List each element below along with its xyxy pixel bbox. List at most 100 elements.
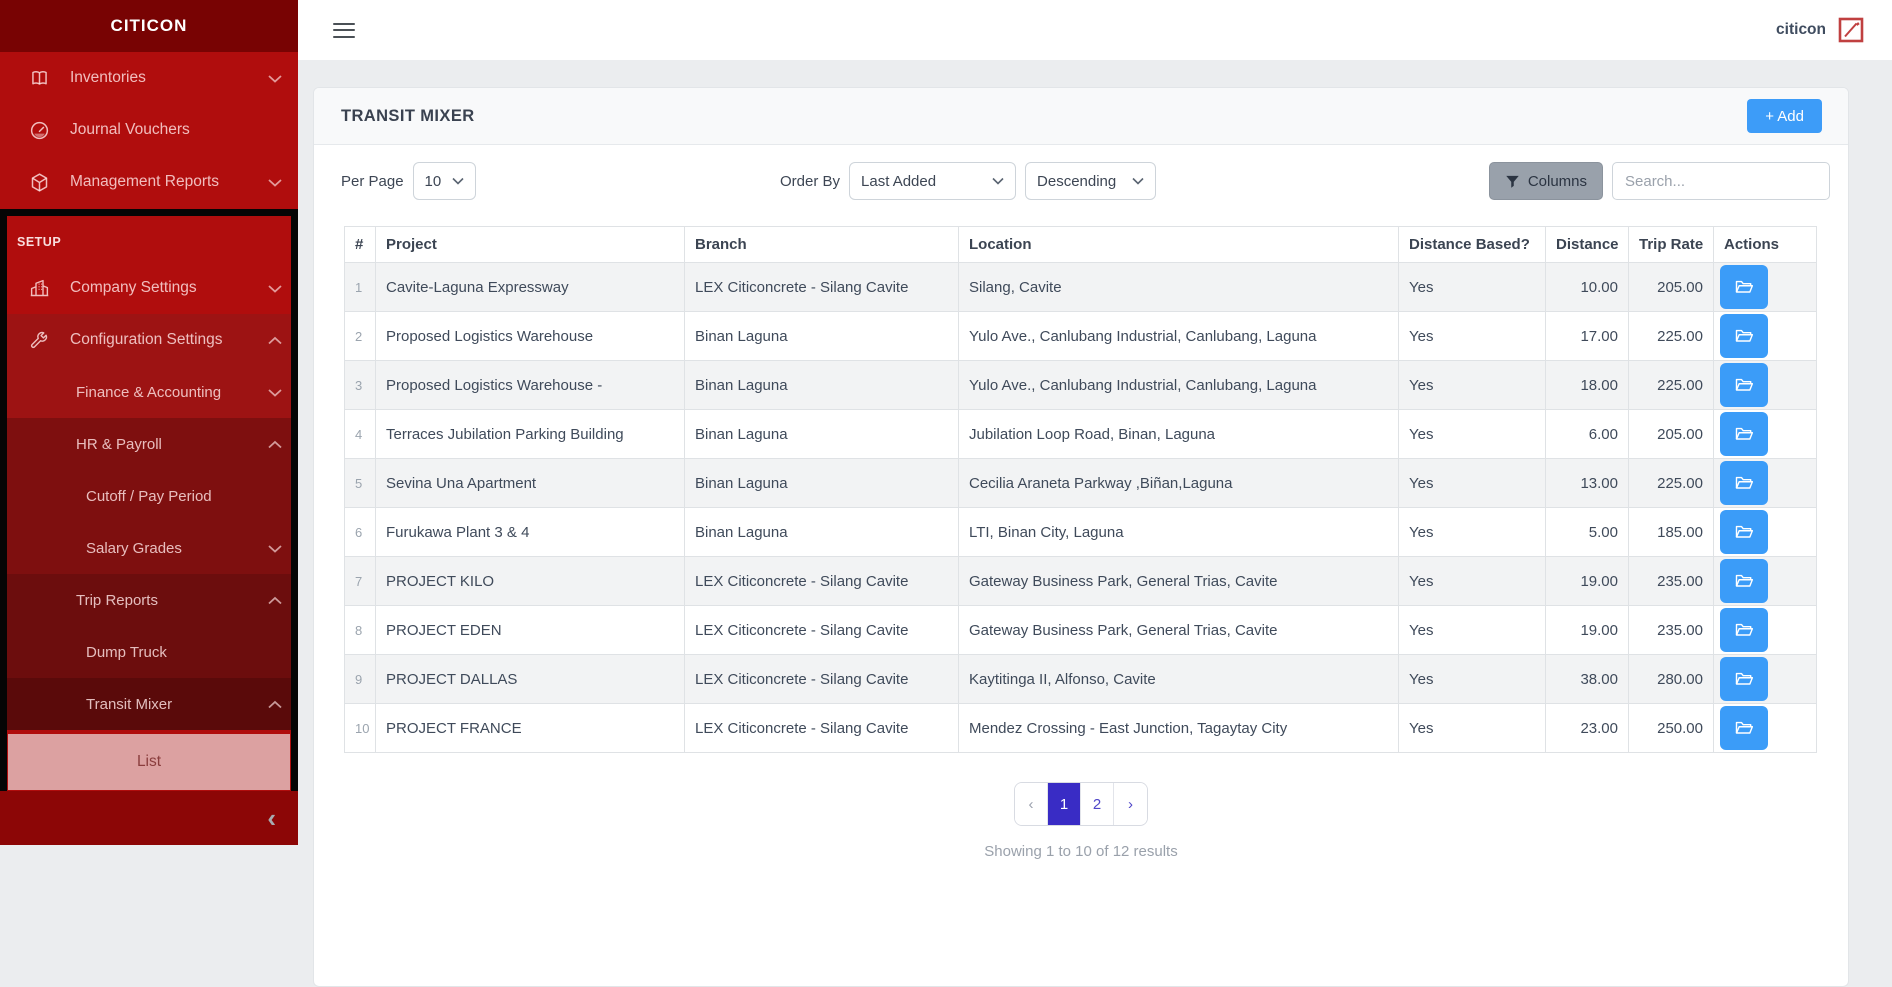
pagination-page-2[interactable]: 2 (1081, 783, 1114, 825)
sidebar-item-inventories[interactable]: Inventories (0, 52, 298, 104)
sidebar-item-hr-payroll[interactable]: HR & Payroll (0, 418, 298, 470)
collapse-sidebar-icon[interactable]: ‹ (267, 805, 276, 831)
pagination-prev-icon[interactable]: ‹ (1015, 783, 1048, 825)
col-header-location[interactable]: Location (958, 226, 1399, 263)
book-icon (28, 67, 50, 89)
table-row: 4 Terraces Jubilation Parking Building B… (344, 409, 1817, 459)
cell-branch: Binan Laguna (684, 409, 959, 459)
chevron-down-icon (268, 178, 282, 187)
table-row: 10 PROJECT FRANCE LEX Citiconcrete - Sil… (344, 703, 1817, 753)
cell-distance: 19.00 (1545, 556, 1629, 606)
col-header-distance-based[interactable]: Distance Based? (1398, 226, 1546, 263)
cell-project: Furukawa Plant 3 & 4 (375, 507, 685, 557)
cell-project: PROJECT FRANCE (375, 703, 685, 753)
sidebar-item-journal-vouchers[interactable]: Journal Vouchers (0, 104, 298, 156)
sort-direction-select[interactable]: Descending (1025, 162, 1157, 200)
col-header-project[interactable]: Project (375, 226, 685, 263)
cell-location: Yulo Ave., Canlubang Industrial, Canluba… (958, 360, 1399, 410)
pagination-page-1[interactable]: 1 (1048, 783, 1081, 825)
setup-section-label: SETUP (17, 235, 62, 249)
cell-project: PROJECT EDEN (375, 605, 685, 655)
open-folder-icon (1735, 672, 1754, 685)
per-page-label: Per Page (341, 172, 404, 190)
pagination-next-icon[interactable]: › (1114, 783, 1147, 825)
cell-location: LTI, Binan City, Laguna (958, 507, 1399, 557)
sidebar-item-dump-truck[interactable]: Dump Truck (0, 626, 298, 678)
sidebar-item-label: Salary Grades (86, 539, 182, 557)
open-record-button[interactable] (1720, 706, 1768, 750)
sidebar-item-trip-reports[interactable]: Trip Reports (0, 574, 298, 626)
cell-distance: 5.00 (1545, 507, 1629, 557)
open-record-button[interactable] (1720, 363, 1768, 407)
cell-distance: 13.00 (1545, 458, 1629, 508)
sidebar-item-label: HR & Payroll (76, 435, 162, 453)
cell-trip-rate: 235.00 (1628, 605, 1714, 655)
sidebar-item-management-reports[interactable]: Management Reports (0, 156, 298, 208)
hamburger-menu-icon[interactable] (333, 22, 355, 38)
col-header-trip-rate[interactable]: Trip Rate (1628, 226, 1714, 263)
cell-distance-based: Yes (1398, 360, 1546, 410)
open-record-button[interactable] (1720, 559, 1768, 603)
open-folder-icon (1735, 329, 1754, 342)
user-menu-label[interactable]: citicon (1776, 21, 1826, 39)
cell-branch: LEX Citiconcrete - Silang Cavite (684, 654, 959, 704)
table-row: 5 Sevina Una Apartment Binan Laguna Ceci… (344, 458, 1817, 508)
sidebar-item-company-settings[interactable]: Company Settings (0, 262, 298, 314)
order-by-select[interactable]: Last Added (849, 162, 1017, 200)
open-record-button[interactable] (1720, 510, 1768, 554)
search-input[interactable] (1612, 162, 1830, 200)
cell-distance: 38.00 (1545, 654, 1629, 704)
edit-note-icon[interactable] (1838, 17, 1864, 43)
chevron-up-icon (268, 336, 282, 344)
open-record-button[interactable] (1720, 314, 1768, 358)
cell-distance-based: Yes (1398, 703, 1546, 753)
columns-button[interactable]: Columns (1488, 162, 1603, 200)
cell-branch: LEX Citiconcrete - Silang Cavite (684, 556, 959, 606)
sidebar-item-label: Management Reports (70, 173, 220, 190)
col-header-num[interactable]: # (344, 226, 376, 263)
add-button[interactable]: + Add (1747, 99, 1822, 133)
sidebar-item-label: Configuration Settings (70, 331, 223, 348)
open-folder-icon (1735, 476, 1754, 489)
chevron-down-icon (268, 544, 282, 553)
col-header-distance[interactable]: Distance (1545, 226, 1629, 263)
cell-location: Kaytitinga II, Alfonso, Cavite (958, 654, 1399, 704)
table-row: 3 Proposed Logistics Warehouse - Binan L… (344, 360, 1817, 410)
sidebar-item-list-active[interactable]: List (8, 734, 290, 790)
chevron-down-icon (992, 177, 1004, 185)
sidebar-item-finance-accounting[interactable]: Finance & Accounting (0, 366, 298, 418)
sidebar-section-setup: SETUP (0, 208, 298, 262)
cell-location: Silang, Cavite (958, 262, 1399, 312)
cell-project: Proposed Logistics Warehouse (375, 311, 685, 361)
chevron-up-icon (268, 596, 282, 604)
open-record-button[interactable] (1720, 608, 1768, 652)
cell-trip-rate: 225.00 (1628, 360, 1714, 410)
table-row: 2 Proposed Logistics Warehouse Binan Lag… (344, 311, 1817, 361)
sidebar-item-salary-grades[interactable]: Salary Grades (0, 522, 298, 574)
cube-icon (28, 171, 50, 193)
cell-distance: 19.00 (1545, 605, 1629, 655)
sidebar-item-label: Dump Truck (86, 643, 167, 661)
gauge-icon (28, 119, 50, 141)
chevron-down-icon (268, 284, 282, 293)
open-record-button[interactable] (1720, 461, 1768, 505)
sidebar-item-label: Company Settings (70, 279, 197, 296)
open-folder-icon (1735, 427, 1754, 440)
open-record-button[interactable] (1720, 265, 1768, 309)
sidebar-item-cutoff-pay-period[interactable]: Cutoff / Pay Period (0, 470, 298, 522)
sidebar: CITICON Inventories Journal Vouchers Man… (0, 0, 298, 845)
col-header-branch[interactable]: Branch (684, 226, 959, 263)
per-page-select[interactable]: 10 (412, 162, 476, 200)
open-folder-icon (1735, 525, 1754, 538)
cell-trip-rate: 235.00 (1628, 556, 1714, 606)
cell-project: PROJECT KILO (375, 556, 685, 606)
cell-distance-based: Yes (1398, 556, 1546, 606)
building-icon (28, 277, 50, 299)
open-record-button[interactable] (1720, 412, 1768, 456)
sidebar-item-transit-mixer[interactable]: Transit Mixer (0, 678, 298, 730)
sidebar-item-label: Cutoff / Pay Period (86, 487, 212, 505)
open-folder-icon (1735, 280, 1754, 293)
table-row: 7 PROJECT KILO LEX Citiconcrete - Silang… (344, 556, 1817, 606)
open-record-button[interactable] (1720, 657, 1768, 701)
sidebar-item-configuration-settings[interactable]: Configuration Settings (0, 314, 298, 366)
